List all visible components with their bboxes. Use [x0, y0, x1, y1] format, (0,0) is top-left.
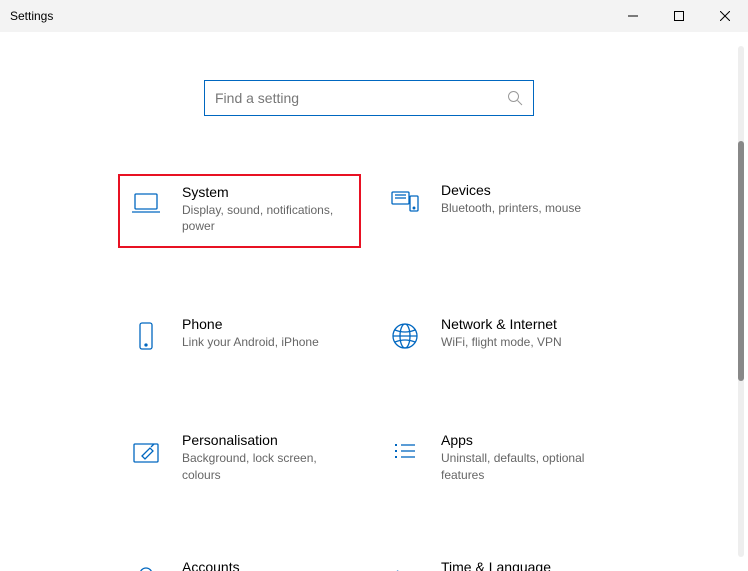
settings-home: System Display, sound, notifications, po… — [0, 32, 738, 571]
tile-desc: Bluetooth, printers, mouse — [441, 200, 581, 216]
tile-title: Phone — [182, 316, 319, 332]
tile-title: System — [182, 184, 342, 200]
tile-accounts[interactable]: Accounts Your accounts, email, sync, wor… — [120, 553, 359, 571]
language-icon: A字 — [385, 559, 425, 571]
tile-title: Apps — [441, 432, 601, 448]
tile-title: Time & Language — [441, 559, 552, 571]
tile-title: Devices — [441, 182, 581, 198]
search-icon — [507, 90, 523, 106]
person-icon — [126, 559, 166, 571]
list-icon — [385, 432, 425, 472]
tile-desc: Uninstall, defaults, optional features — [441, 450, 601, 482]
tile-time[interactable]: A字 Time & Language Speech, region, date — [379, 553, 618, 571]
laptop-icon — [126, 184, 166, 224]
tile-apps[interactable]: Apps Uninstall, defaults, optional featu… — [379, 426, 618, 488]
window-title: Settings — [10, 9, 53, 23]
phone-icon — [126, 316, 166, 356]
svg-text:A: A — [393, 567, 403, 571]
close-button[interactable] — [702, 0, 748, 32]
tile-title: Personalisation — [182, 432, 342, 448]
maximize-button[interactable] — [656, 0, 702, 32]
devices-icon — [385, 182, 425, 222]
scrollbar-thumb[interactable] — [738, 141, 744, 381]
tile-system[interactable]: System Display, sound, notifications, po… — [120, 176, 359, 246]
tile-desc: Link your Android, iPhone — [182, 334, 319, 350]
tiles-grid: System Display, sound, notifications, po… — [0, 176, 738, 571]
tile-desc: WiFi, flight mode, VPN — [441, 334, 562, 350]
paintbrush-icon — [126, 432, 166, 472]
tile-phone[interactable]: Phone Link your Android, iPhone — [120, 310, 359, 362]
tile-devices[interactable]: Devices Bluetooth, printers, mouse — [379, 176, 618, 246]
tile-title: Accounts — [182, 559, 342, 571]
search-input[interactable] — [215, 90, 507, 106]
search-box[interactable] — [204, 80, 534, 116]
tile-desc: Display, sound, notifications, power — [182, 202, 342, 234]
tile-personalisation[interactable]: Personalisation Background, lock screen,… — [120, 426, 359, 488]
minimize-button[interactable] — [610, 0, 656, 32]
window-controls — [610, 0, 748, 32]
vertical-scrollbar[interactable] — [738, 46, 744, 557]
tile-desc: Background, lock screen, colours — [182, 450, 342, 482]
tile-network[interactable]: Network & Internet WiFi, flight mode, VP… — [379, 310, 618, 362]
tile-title: Network & Internet — [441, 316, 562, 332]
titlebar: Settings — [0, 0, 748, 32]
globe-icon — [385, 316, 425, 356]
